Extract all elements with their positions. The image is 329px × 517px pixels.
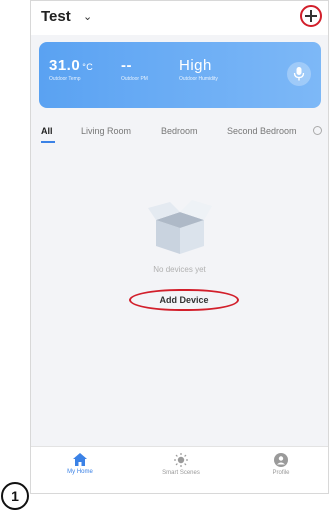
humidity-value: High [179,57,212,74]
tab-living-room[interactable]: Living Room [81,126,131,136]
tab-all[interactable]: All [41,126,53,136]
pm-value: -- [121,57,132,74]
no-devices-message: No devices yet [153,265,206,274]
home-name[interactable]: Test [41,8,71,25]
bottom-nav: My Home Smart Scenes Profile [31,446,328,493]
nav-smart-scenes-label: Smart Scenes [162,470,200,476]
app-screen: Test ⌄ 31.0 °C Outdoor Temp -- Outdoor PM… [30,0,329,494]
top-bar: Test ⌄ [31,1,328,35]
outdoor-humidity: High Outdoor Humidity [179,57,218,82]
tab-second-bedroom[interactable]: Second Bedroom [227,126,297,136]
plus-icon-stroke [310,10,312,22]
home-icon [73,453,87,466]
weather-card[interactable]: 31.0 °C Outdoor Temp -- Outdoor PM High O… [39,42,321,108]
nav-profile-label: Profile [272,470,290,476]
humidity-label: Outdoor Humidity [179,76,218,82]
empty-box-icon [148,200,212,254]
nav-my-home[interactable]: My Home [40,453,120,475]
temp-value: 31.0 [49,57,81,74]
outdoor-pm: -- Outdoor PM [121,57,148,82]
outdoor-temp: 31.0 °C Outdoor Temp [49,57,93,82]
add-button[interactable] [300,5,322,27]
room-tabs: All Living Room Bedroom Second Bedroom [31,119,328,143]
step-number-badge: 1 [1,482,29,510]
add-device-button[interactable]: Add Device [129,289,239,311]
voice-button[interactable] [287,62,311,86]
tabs-more-icon[interactable] [313,126,322,135]
chevron-down-icon[interactable]: ⌄ [83,10,92,23]
empty-state: No devices yet Add Device [31,143,328,451]
pm-label: Outdoor PM [121,76,148,82]
sun-icon [174,453,188,467]
tab-bedroom[interactable]: Bedroom [161,126,198,136]
nav-my-home-label: My Home [67,469,93,475]
microphone-icon [293,67,305,81]
temp-unit: °C [82,62,94,72]
nav-profile[interactable]: Profile [241,453,321,476]
profile-icon [274,453,288,467]
nav-smart-scenes[interactable]: Smart Scenes [141,453,221,476]
temp-label: Outdoor Temp [49,76,81,82]
